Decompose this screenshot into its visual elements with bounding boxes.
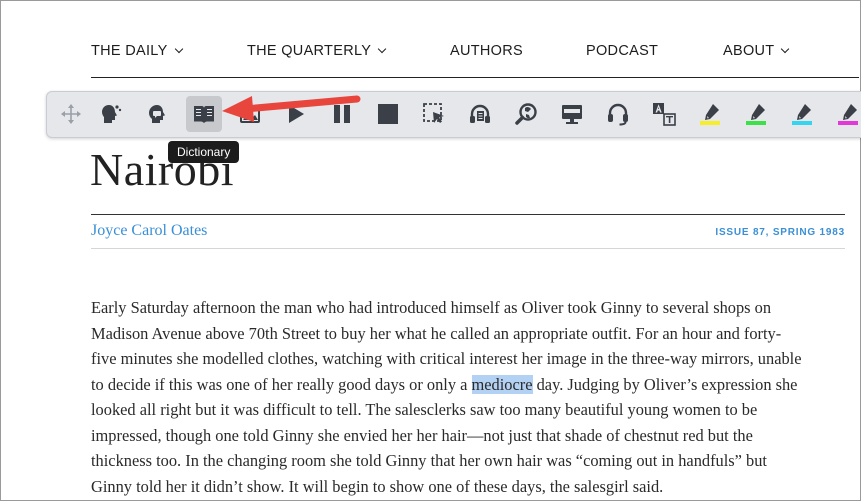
author-link[interactable]: Joyce Carol Oates	[91, 222, 207, 240]
move-handle-icon[interactable]	[53, 96, 89, 132]
body-line: looked all right but it was difficult to…	[91, 400, 758, 419]
highlight-yellow-icon[interactable]	[692, 96, 728, 132]
translate-icon[interactable]	[646, 96, 682, 132]
body-text: day. Judging by Oliver’s expression she	[532, 374, 798, 394]
nav-item-authors[interactable]: AUTHORS	[450, 43, 523, 59]
screen-mask-icon[interactable]	[554, 96, 590, 132]
dictionary-icon[interactable]	[186, 96, 222, 132]
screen-select-icon[interactable]	[416, 96, 452, 132]
nav-divider	[91, 77, 859, 78]
nav-label: AUTHORS	[450, 43, 523, 59]
nav-label: THE DAILY	[91, 43, 168, 59]
nav-label: THE QUARTERLY	[247, 43, 372, 59]
body-line: Early Saturday afternoon the man who had…	[91, 298, 772, 317]
pause-icon[interactable]	[324, 96, 360, 132]
nav-item-the-daily[interactable]: THE DAILY	[91, 43, 183, 59]
highlight-green-icon[interactable]	[738, 96, 774, 132]
title-divider	[91, 214, 845, 215]
nav-label: PODCAST	[586, 43, 659, 59]
talk-type-icon[interactable]	[600, 96, 636, 132]
web-search-icon[interactable]	[508, 96, 544, 132]
body-line: Ginny told her it didn’t show. It will b…	[91, 476, 664, 496]
nav-label: ABOUT	[723, 43, 775, 59]
nav-item-about[interactable]: ABOUT	[723, 43, 790, 59]
article-body: Early Saturday afternoon the man who had…	[91, 295, 831, 499]
dictionary-tooltip: Dictionary	[168, 141, 240, 163]
body-line: five minutes she modelled clothes, watch…	[91, 349, 802, 368]
highlight-cyan-icon[interactable]	[784, 96, 820, 132]
body-line: thickness too. In the changing room she …	[91, 451, 767, 470]
chat-head-icon[interactable]	[140, 96, 176, 132]
highlight-magenta-icon[interactable]	[830, 96, 861, 132]
nav-item-the-quarterly[interactable]: THE QUARTERLY	[247, 43, 387, 59]
body-line: to decide if this was one of her really …	[91, 372, 831, 398]
picture-dictionary-icon[interactable]	[232, 96, 268, 132]
nav-item-podcast[interactable]: PODCAST	[586, 43, 658, 59]
stop-icon[interactable]	[370, 96, 406, 132]
issue-label: ISSUE 87, SPRING 1983	[715, 227, 845, 238]
audio-maker-icon[interactable]	[462, 96, 498, 132]
chevron-down-icon	[781, 44, 790, 54]
body-line: impressed, though one told Ginny she env…	[91, 425, 753, 445]
body-text: to decide if this was one of her really …	[91, 374, 472, 394]
reading-toolbar	[46, 91, 861, 138]
byline-divider	[91, 248, 845, 249]
speak-head-icon[interactable]	[93, 96, 129, 132]
site-navigation: THE DAILY THE QUARTERLY AUTHORS PODCAST …	[91, 43, 859, 63]
selected-word[interactable]: mediocre	[471, 374, 533, 394]
chevron-down-icon	[174, 44, 183, 54]
chevron-down-icon	[377, 44, 387, 54]
play-icon[interactable]	[278, 96, 314, 132]
body-line: Madison Avenue above 70th Street to buy …	[91, 323, 782, 343]
